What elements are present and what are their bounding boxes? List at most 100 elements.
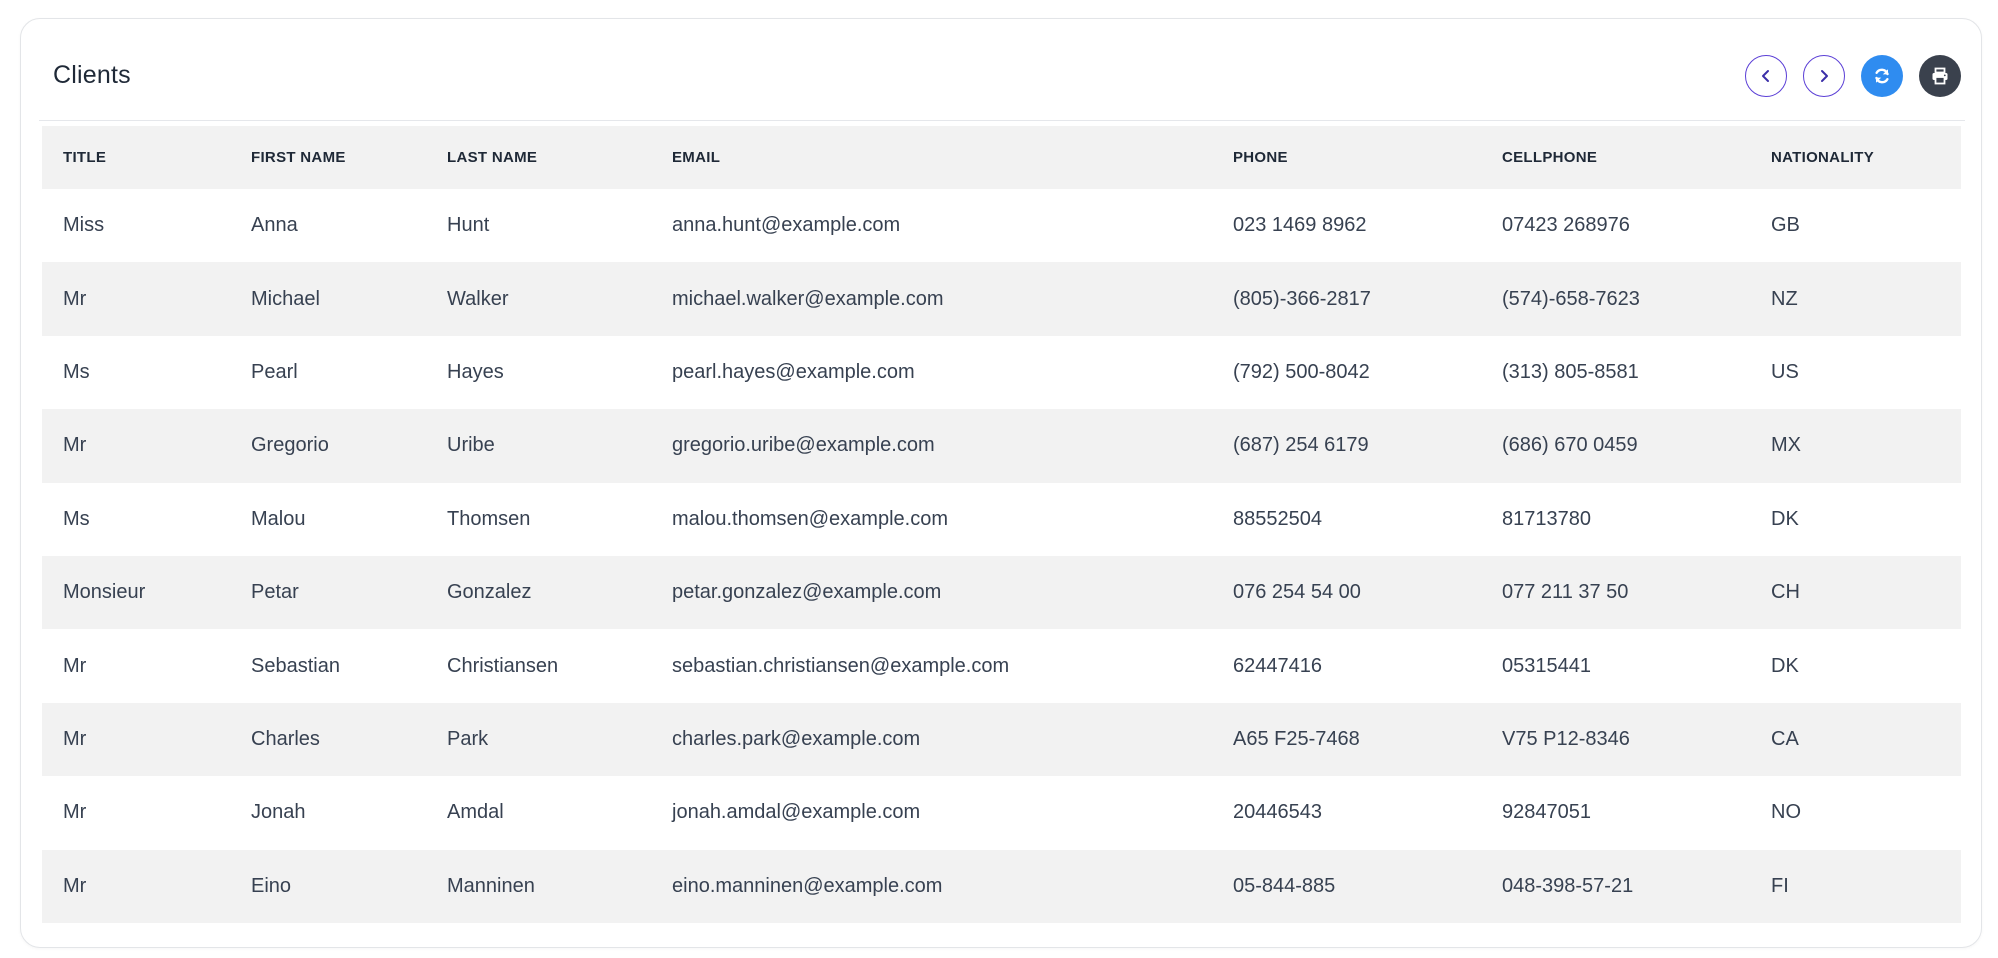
print-button[interactable]: [1919, 55, 1961, 97]
cell-cellphone: 07423 268976: [1502, 214, 1630, 237]
header-divider: [39, 120, 1965, 121]
cell-nationality: FI: [1771, 874, 1789, 897]
table-row[interactable]: Ms Pearl Hayes pearl.hayes@example.com (…: [42, 336, 1961, 409]
cell-title: Miss: [63, 214, 105, 237]
cell-nationality: CA: [1771, 727, 1799, 750]
cell-first-name: Anna: [251, 214, 298, 237]
table-body: Miss Anna Hunt anna.hunt@example.com 023…: [42, 189, 1961, 923]
cell-title: Mr: [63, 434, 87, 457]
table-row[interactable]: Mr Gregorio Uribe gregorio.uribe@example…: [42, 409, 1961, 483]
cell-nationality: CH: [1771, 581, 1800, 604]
table-row[interactable]: Monsieur Petar Gonzalez petar.gonzalez@e…: [42, 555, 1961, 630]
cell-first-name: Pearl: [251, 360, 298, 383]
column-header-last-name[interactable]: LAST NAME: [426, 126, 651, 189]
cell-title: Monsieur: [63, 581, 146, 604]
previous-page-button[interactable]: [1745, 55, 1787, 97]
cell-phone: (687) 254 6179: [1233, 434, 1369, 457]
cell-first-name: Malou: [251, 507, 306, 530]
cell-nationality: DK: [1771, 507, 1799, 530]
table-row[interactable]: Ms Malou Thomsen malou.thomsen@example.c…: [42, 483, 1961, 556]
cell-email: pearl.hayes@example.com: [672, 360, 915, 383]
cell-nationality: MX: [1771, 434, 1801, 457]
cell-first-name: Gregorio: [251, 434, 329, 457]
cell-email: anna.hunt@example.com: [672, 214, 901, 237]
cell-cellphone: 05315441: [1502, 654, 1591, 677]
clients-card: Clients TITLE FIRST NAME LAST NAME EMAIL…: [20, 18, 1982, 948]
cell-phone: 076 254 54 00: [1233, 581, 1361, 604]
refresh-button[interactable]: [1861, 55, 1903, 97]
cell-cellphone: (686) 670 0459: [1502, 434, 1638, 457]
cell-cellphone: (574)-658-7623: [1502, 287, 1640, 310]
column-header-phone[interactable]: PHONE: [1212, 126, 1481, 189]
cell-nationality: NO: [1771, 801, 1801, 824]
cell-last-name: Park: [447, 727, 489, 750]
cell-phone: 62447416: [1233, 654, 1322, 677]
table-row[interactable]: Mr Eino Manninen eino.manninen@example.c…: [42, 849, 1961, 923]
cell-last-name: Gonzalez: [447, 581, 532, 604]
cell-first-name: Sebastian: [251, 654, 340, 677]
cell-title: Ms: [63, 360, 90, 383]
page-title: Clients: [53, 61, 131, 89]
column-header-title[interactable]: TITLE: [42, 126, 230, 189]
cell-email: petar.gonzalez@example.com: [672, 581, 942, 604]
cell-nationality: US: [1771, 360, 1799, 383]
cell-title: Mr: [63, 287, 87, 310]
column-header-cellphone[interactable]: CELLPHONE: [1481, 126, 1750, 189]
cell-phone: (792) 500-8042: [1233, 360, 1370, 383]
cell-cellphone: 92847051: [1502, 801, 1591, 824]
column-header-nationality[interactable]: NATIONALITY: [1750, 126, 1961, 189]
cell-cellphone: 077 211 37 50: [1502, 581, 1629, 604]
cell-phone: (805)-366-2817: [1233, 287, 1371, 310]
cell-nationality: NZ: [1771, 287, 1798, 310]
cell-first-name: Eino: [251, 874, 292, 897]
cell-cellphone: V75 P12-8346: [1502, 727, 1630, 750]
card-header: Clients: [21, 19, 1981, 121]
cell-cellphone: 81713780: [1502, 507, 1591, 530]
cell-nationality: DK: [1771, 654, 1799, 677]
cell-last-name: Christiansen: [447, 654, 559, 677]
column-header-first-name[interactable]: FIRST NAME: [230, 126, 426, 189]
cell-phone: 05-844-885: [1233, 874, 1336, 897]
next-page-button[interactable]: [1803, 55, 1845, 97]
cell-last-name: Manninen: [447, 874, 535, 897]
header-actions: [1745, 55, 1961, 97]
cell-email: gregorio.uribe@example.com: [672, 434, 935, 457]
cell-email: michael.walker@example.com: [672, 287, 944, 310]
print-icon: [1932, 67, 1948, 85]
cell-email: sebastian.christiansen@example.com: [672, 654, 1010, 677]
cell-email: eino.manninen@example.com: [672, 874, 943, 897]
chevron-right-icon: [1821, 70, 1828, 82]
cell-cellphone: (313) 805-8581: [1502, 360, 1639, 383]
clients-table-container: TITLE FIRST NAME LAST NAME EMAIL PHONE C…: [42, 126, 1961, 923]
cell-last-name: Hunt: [447, 214, 490, 237]
cell-title: Mr: [63, 654, 87, 677]
cell-email: charles.park@example.com: [672, 727, 921, 750]
cell-first-name: Charles: [251, 727, 320, 750]
cell-nationality: GB: [1771, 214, 1800, 237]
cell-title: Mr: [63, 801, 87, 824]
cell-title: Ms: [63, 507, 90, 530]
cell-last-name: Uribe: [447, 434, 495, 457]
cell-email: jonah.amdal@example.com: [672, 801, 921, 824]
table-row[interactable]: Mr Jonah Amdal jonah.amdal@example.com 2…: [42, 776, 1961, 849]
cell-last-name: Thomsen: [447, 507, 531, 530]
refresh-icon: [1875, 68, 1889, 84]
table-row[interactable]: Mr Michael Walker michael.walker@example…: [42, 262, 1961, 336]
cell-title: Mr: [63, 874, 87, 897]
cell-cellphone: 048-398-57-21: [1502, 874, 1634, 897]
cell-last-name: Amdal: [447, 801, 504, 824]
cell-first-name: Jonah: [251, 801, 306, 824]
table-row[interactable]: Mr Sebastian Christiansen sebastian.chri…: [42, 629, 1961, 702]
cell-last-name: Walker: [447, 287, 509, 310]
cell-phone: 20446543: [1233, 801, 1322, 824]
cell-first-name: Petar: [251, 581, 299, 604]
cell-title: Mr: [63, 727, 87, 750]
column-header-email[interactable]: EMAIL: [651, 126, 1212, 189]
cell-last-name: Hayes: [447, 360, 504, 383]
cell-phone: 88552504: [1233, 507, 1322, 530]
table-row[interactable]: Miss Anna Hunt anna.hunt@example.com 023…: [42, 189, 1961, 262]
cell-phone: 023 1469 8962: [1233, 214, 1367, 237]
table-row[interactable]: Mr Charles Park charles.park@example.com…: [42, 702, 1961, 777]
chevron-left-icon: [1762, 70, 1769, 82]
cell-phone: A65 F25-7468: [1233, 727, 1360, 750]
